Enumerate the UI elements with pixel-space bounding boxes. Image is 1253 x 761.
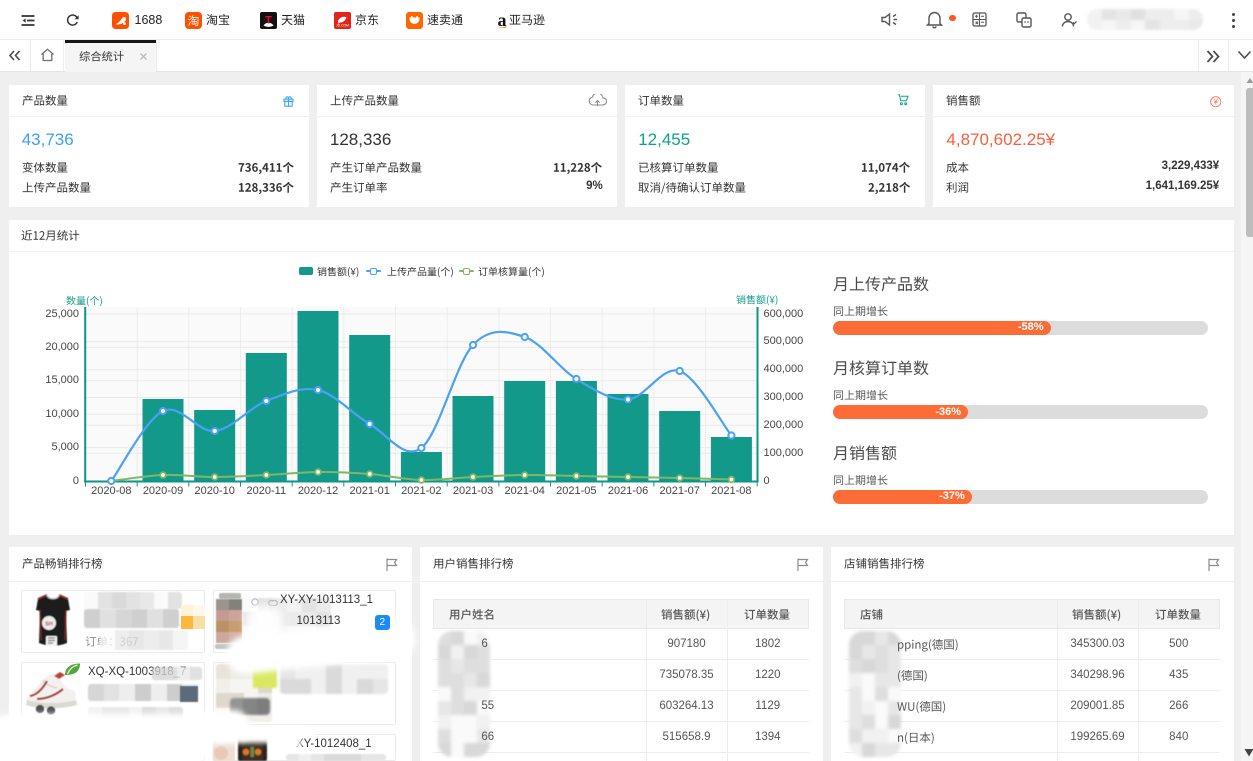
svg-text:SH: SH xyxy=(45,622,53,628)
